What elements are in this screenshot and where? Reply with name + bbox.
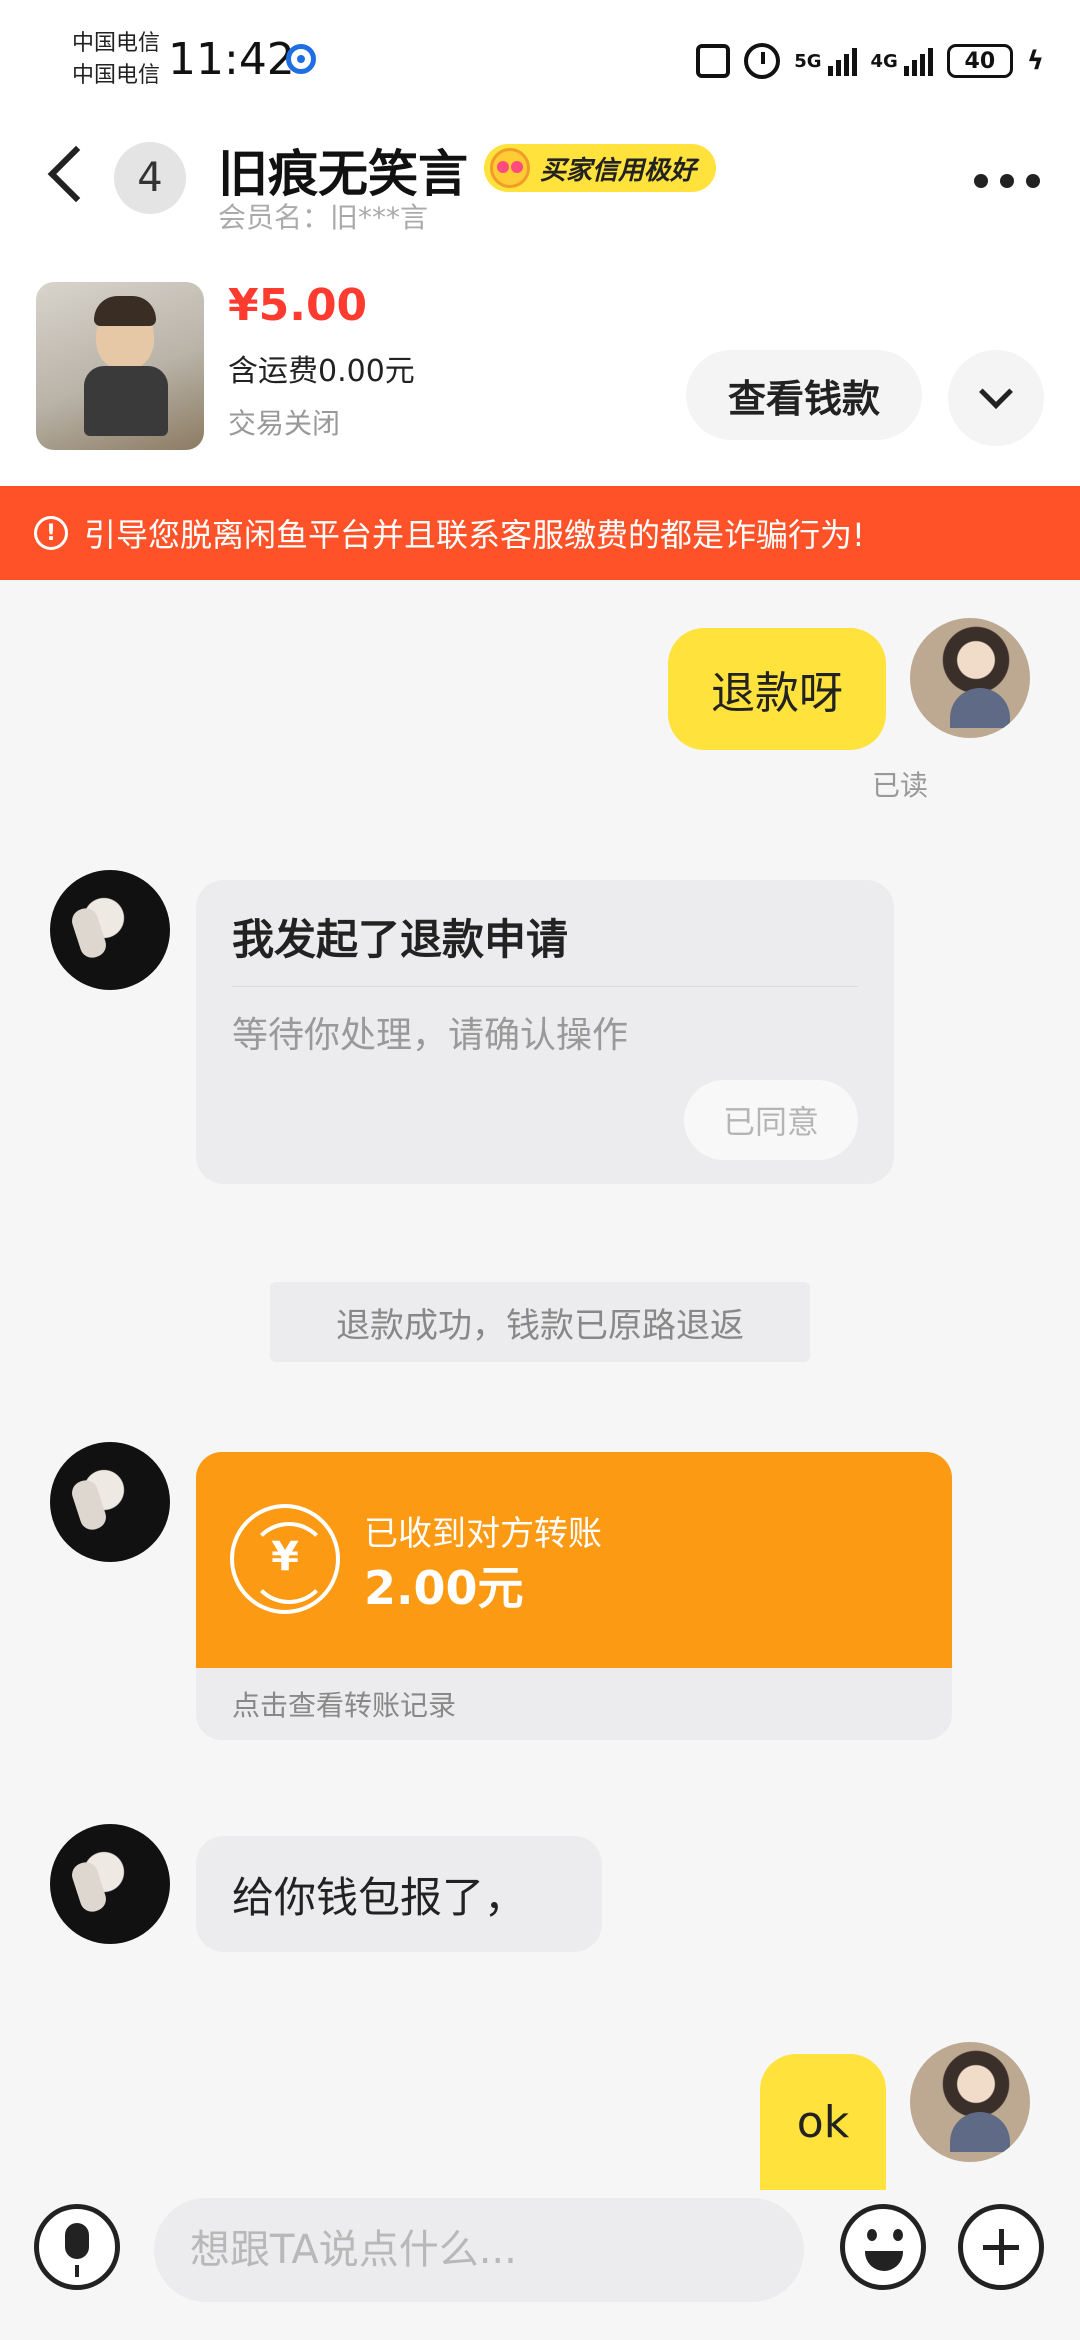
product-price: ¥5.00 bbox=[228, 280, 368, 331]
refund-title: 我发起了退款申请 bbox=[232, 915, 569, 964]
view-money-button[interactable]: 查看钱款 bbox=[686, 350, 922, 440]
alarm-icon bbox=[744, 43, 781, 79]
my-avatar[interactable] bbox=[910, 618, 1030, 738]
chat-screen: 中国电信 中国电信 11:42 5G 4G 40 ϟ 4 旧痕无笑言 买家信用极… bbox=[0, 0, 1080, 2340]
mic-icon[interactable] bbox=[34, 2204, 120, 2290]
deal-status: 交易关闭 bbox=[228, 407, 341, 440]
read-receipt: 已读 bbox=[871, 769, 928, 802]
fraud-warning-banner: ! 引导您脱离闲鱼平台并且联系客服缴费的都是诈骗行为! bbox=[0, 486, 1080, 580]
signal-bars-2-icon bbox=[903, 46, 933, 76]
input-bar bbox=[0, 2190, 1080, 2340]
refund-request-card[interactable]: 我发起了退款申请 等待你处理，请确认操作 已同意 bbox=[196, 880, 894, 1184]
back-icon[interactable] bbox=[47, 145, 105, 203]
message-bubble-sent[interactable]: 退款呀 bbox=[668, 628, 886, 750]
location-dot-icon bbox=[286, 44, 316, 74]
signal-bars-1-icon bbox=[827, 46, 857, 76]
clock: 11:42 bbox=[168, 34, 295, 85]
divider bbox=[232, 986, 858, 987]
my-avatar[interactable] bbox=[910, 2042, 1030, 2162]
emoji-icon[interactable] bbox=[840, 2204, 926, 2290]
yuan-icon: ¥ bbox=[230, 1504, 340, 1614]
product-thumbnail[interactable] bbox=[36, 282, 204, 450]
chevron-down-icon bbox=[979, 375, 1013, 409]
refund-subtitle: 等待你处理，请确认操作 bbox=[232, 1015, 629, 1056]
contact-avatar[interactable] bbox=[50, 1442, 170, 1562]
plus-icon[interactable] bbox=[958, 2204, 1044, 2290]
credit-emoji-icon bbox=[490, 148, 530, 188]
contact-avatar[interactable] bbox=[50, 1824, 170, 1944]
carrier-info: 中国电信 中国电信 bbox=[72, 28, 160, 92]
warning-icon: ! bbox=[34, 516, 68, 550]
status-icons: 5G 4G 40 ϟ bbox=[696, 38, 1044, 84]
credit-badge-label: 买家信用极好 bbox=[540, 155, 697, 186]
shipping-fee: 含运费0.00元 bbox=[228, 354, 415, 389]
charging-icon: ϟ bbox=[1026, 46, 1044, 76]
network-type-2: 4G bbox=[870, 50, 898, 72]
message-list[interactable]: 退款呀 已读 我发起了退款申请 等待你处理，请确认操作 已同意 退款成功，钱款已… bbox=[0, 580, 1080, 2190]
carrier-2: 中国电信 bbox=[72, 63, 161, 88]
expand-button[interactable] bbox=[948, 350, 1044, 446]
transfer-label: 已收到对方转账 bbox=[364, 1514, 602, 1554]
transfer-amount: 2.00元 bbox=[364, 1561, 524, 1615]
chat-header: 4 旧痕无笑言 买家信用极好 会员名：旧***言 bbox=[0, 120, 1080, 270]
contact-avatar[interactable] bbox=[50, 870, 170, 990]
status-bar: 中国电信 中国电信 11:42 5G 4G 40 ϟ bbox=[0, 0, 1080, 120]
agreed-button[interactable]: 已同意 bbox=[684, 1080, 858, 1160]
nfc-icon bbox=[696, 44, 731, 78]
battery-icon: 40 bbox=[946, 44, 1013, 78]
transfer-card[interactable]: ¥ 已收到对方转账 2.00元 点击查看转账记录 bbox=[196, 1452, 952, 1740]
transfer-card-top: ¥ 已收到对方转账 2.00元 bbox=[196, 1452, 952, 1668]
product-card[interactable]: ¥5.00 含运费0.00元 交易关闭 查看钱款 bbox=[0, 270, 1080, 486]
warning-text: 引导您脱离闲鱼平台并且联系客服缴费的都是诈骗行为! bbox=[84, 516, 865, 554]
message-bubble-sent[interactable]: ok bbox=[760, 2054, 886, 2190]
message-bubble-received[interactable]: 给你钱包报了， bbox=[196, 1836, 602, 1952]
system-message: 退款成功，钱款已原路退返 bbox=[270, 1282, 810, 1362]
network-type-1: 5G bbox=[794, 50, 822, 72]
unread-count-badge: 4 bbox=[114, 142, 186, 214]
transfer-record-link[interactable]: 点击查看转账记录 bbox=[232, 1684, 456, 1724]
credit-badge[interactable]: 买家信用极好 bbox=[484, 144, 717, 192]
member-name: 会员名：旧***言 bbox=[218, 201, 429, 234]
message-input[interactable] bbox=[154, 2198, 804, 2302]
carrier-1: 中国电信 bbox=[72, 31, 161, 56]
more-icon[interactable] bbox=[974, 174, 1040, 190]
